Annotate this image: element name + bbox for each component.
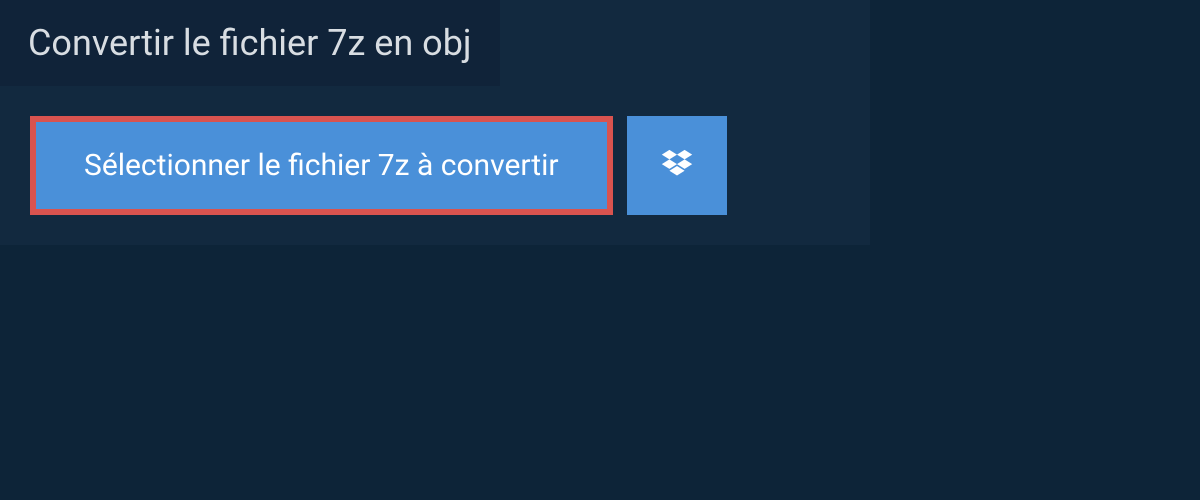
dropbox-button[interactable] [627, 116, 727, 215]
dropbox-icon [658, 147, 696, 185]
select-file-button[interactable]: Sélectionner le fichier 7z à convertir [30, 116, 613, 215]
action-row: Sélectionner le fichier 7z à convertir [30, 116, 840, 215]
page-title: Convertir le fichier 7z en obj [28, 22, 472, 64]
converter-panel: Convertir le fichier 7z en obj Sélection… [0, 0, 870, 245]
title-wrapper: Convertir le fichier 7z en obj [0, 0, 500, 86]
